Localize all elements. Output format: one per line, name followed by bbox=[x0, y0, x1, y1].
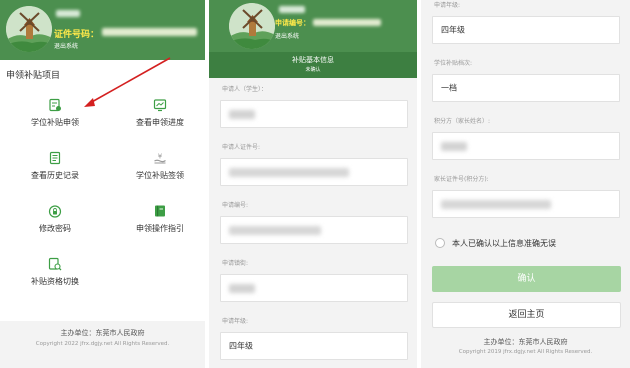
agree-text: 本人已确认以上信息准确无误 bbox=[452, 239, 556, 248]
menu-label-guide: 申领操作指引 bbox=[136, 224, 184, 233]
redacted-value bbox=[441, 200, 551, 209]
user-name-redacted bbox=[279, 6, 305, 13]
footer: 主办单位：东莞市人民政府 Copyright 2022 jfrx.dgjy.ne… bbox=[0, 321, 205, 368]
field-label-subsidy-level: 学位补贴档次: bbox=[434, 60, 473, 67]
field-label-parent-name: 积分方（家长姓名）: bbox=[434, 118, 491, 125]
grade-value: 四年级 bbox=[229, 341, 253, 351]
yuan-hand-icon: ¥ bbox=[154, 153, 166, 164]
cert-number-redacted bbox=[102, 28, 197, 36]
application-number-field[interactable] bbox=[220, 216, 408, 244]
field-label-applicant: 申请人（学生）： bbox=[222, 86, 268, 93]
applicant-id-field[interactable] bbox=[220, 158, 408, 186]
field-label-application-number: 申请编号: bbox=[222, 202, 249, 209]
logout-link[interactable]: 退出系统 bbox=[54, 41, 78, 50]
menu-label-password: 修改密码 bbox=[39, 224, 71, 233]
parent-id-field[interactable] bbox=[432, 190, 620, 218]
menu-item-history[interactable]: 查看历史记录 bbox=[10, 151, 100, 191]
subsidy-level-field[interactable]: 一档 bbox=[432, 74, 620, 102]
info-subheader: 补贴基本信息 未确认 bbox=[209, 52, 417, 78]
grade-field[interactable]: 四年级 bbox=[432, 16, 620, 44]
footer: 主办单位：东莞市人民政府 Copyright 2019 jfrx.dgjy.ne… bbox=[421, 337, 630, 355]
switch-search-icon bbox=[48, 257, 62, 271]
menu-item-apply[interactable]: 学位补贴申领 bbox=[10, 98, 100, 138]
application-number-redacted bbox=[313, 19, 381, 26]
application-town-field[interactable] bbox=[220, 274, 408, 302]
redacted-value bbox=[229, 226, 321, 235]
menu-item-guide[interactable]: 申领操作指引 bbox=[115, 204, 205, 244]
menu-item-switch[interactable]: 补贴资格切换 bbox=[10, 257, 100, 297]
agree-radio[interactable] bbox=[435, 238, 445, 248]
form-screen-bottom: 申请年级: 四年级 学位补贴档次: 一档 积分方（家长姓名）: 家长证件号(积分… bbox=[421, 0, 630, 368]
lock-icon bbox=[48, 205, 62, 218]
svg-text:¥: ¥ bbox=[158, 153, 163, 161]
grade-field[interactable]: 四年级 bbox=[220, 332, 408, 360]
history-doc-icon bbox=[49, 151, 61, 165]
footer-org: 主办单位：东莞市人民政府 bbox=[60, 329, 145, 337]
footer-org: 主办单位：东莞市人民政府 bbox=[483, 338, 568, 346]
windmill-avatar-icon bbox=[6, 6, 52, 52]
menu-label-switch: 补贴资格切换 bbox=[31, 277, 79, 286]
field-label-grade: 申请年级: bbox=[434, 2, 461, 9]
subsidy-level-value: 一档 bbox=[441, 83, 457, 93]
menu-label-history: 查看历史记录 bbox=[31, 171, 79, 180]
user-name-redacted bbox=[56, 10, 80, 17]
grade-value: 四年级 bbox=[441, 25, 465, 35]
field-label-grade: 申请年级: bbox=[222, 318, 249, 325]
footer-copyright: Copyright 2022 jfrx.dgjy.net All Rights … bbox=[35, 341, 170, 347]
info-status: 未确认 bbox=[305, 67, 321, 73]
user-header: 申请编号： 退出系统 bbox=[209, 0, 417, 52]
redacted-value bbox=[229, 168, 349, 177]
section-title: 申领补贴项目 bbox=[6, 71, 61, 81]
menu-item-password[interactable]: 修改密码 bbox=[10, 204, 100, 244]
windmill-avatar-icon bbox=[229, 3, 275, 49]
footer-copyright: Copyright 2019 jfrx.dgjy.net All Rights … bbox=[458, 349, 593, 355]
redacted-value bbox=[229, 110, 255, 119]
progress-screen-icon bbox=[153, 99, 167, 112]
menu-item-sign[interactable]: ¥ 学位补贴签领 bbox=[115, 151, 205, 191]
field-label-parent-id: 家长证件号(积分方): bbox=[434, 176, 489, 183]
applicant-name-field[interactable] bbox=[220, 100, 408, 128]
user-header: 证件号码： 退出系统 bbox=[0, 0, 205, 60]
field-label-applicant-id: 申请人证件号: bbox=[222, 144, 261, 151]
menu-item-progress[interactable]: 查看申领进度 bbox=[115, 98, 205, 138]
field-label-town: 申请镇街: bbox=[222, 260, 249, 267]
logout-link[interactable]: 退出系统 bbox=[275, 31, 299, 40]
application-number-label: 申请编号： bbox=[275, 19, 310, 27]
menu-label-sign: 学位补贴签领 bbox=[136, 171, 184, 180]
return-home-button[interactable]: 返回主页 bbox=[432, 302, 621, 328]
guide-book-icon bbox=[155, 205, 165, 217]
menu-label-progress: 查看申领进度 bbox=[136, 118, 184, 127]
form-edit-icon bbox=[49, 98, 61, 112]
cert-number-label: 证件号码： bbox=[54, 30, 100, 40]
parent-name-field[interactable] bbox=[432, 132, 620, 160]
info-title: 补贴基本信息 bbox=[292, 56, 334, 64]
menu-label-apply: 学位补贴申领 bbox=[31, 118, 79, 127]
redacted-value bbox=[441, 142, 467, 151]
confirm-button[interactable]: 确认 bbox=[432, 266, 621, 292]
menu-screen: 证件号码： 退出系统 申领补贴项目 学位补贴申领 查看申领进度 查看历史记录 ¥… bbox=[0, 0, 205, 368]
form-screen-top: 申请编号： 退出系统 补贴基本信息 未确认 申请人（学生）： 申请人证件号: 申… bbox=[209, 0, 417, 368]
redacted-value bbox=[229, 284, 255, 293]
